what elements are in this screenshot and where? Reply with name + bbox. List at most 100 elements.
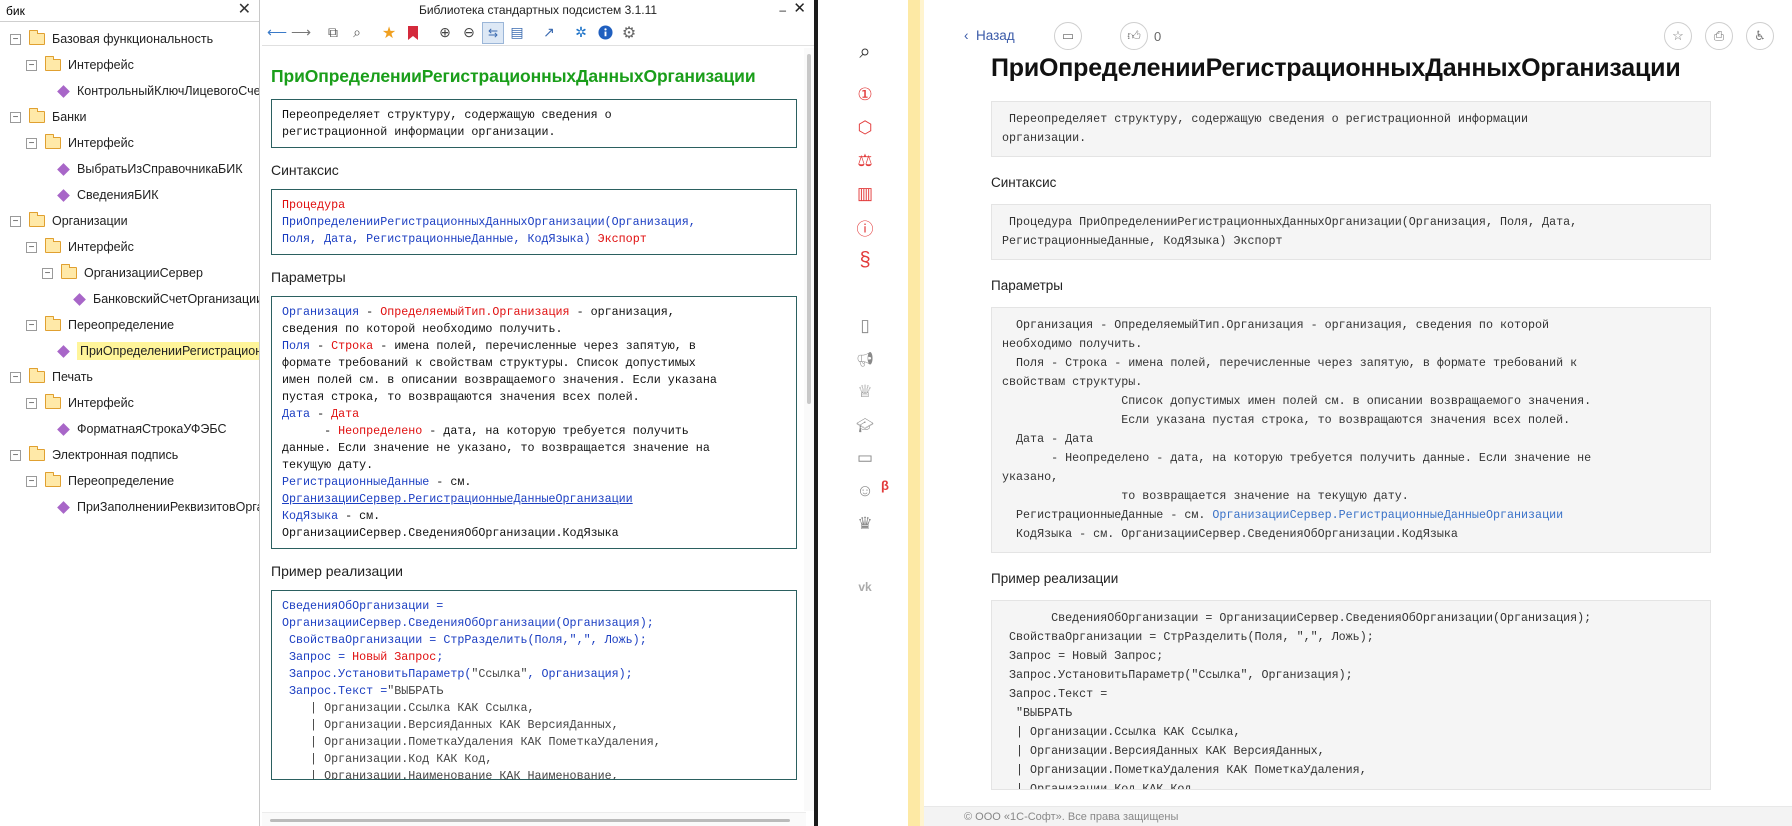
chat-icon[interactable]: ▭ [852,445,878,471]
layout-icon[interactable]: ▤ [506,22,528,44]
collapse-toggle-icon[interactable]: − [10,371,21,383]
folder-icon [28,30,45,45]
code-string: "Ссылка" [471,667,528,681]
code-line: ; [436,650,444,664]
accessibility-button[interactable]: ♿︎ [1746,22,1774,50]
procedure-signature: ПриОпределенииРегистрационныхДанныхОрган… [282,215,696,229]
copy-icon[interactable]: ⧉ [322,22,344,44]
tree-folder-node[interactable]: − Базовая функциональность [0,26,259,52]
collapse-toggle-icon[interactable]: − [26,397,37,409]
minimize-icon[interactable]: – [779,0,786,20]
param-desc: ОрганизацииСервер.СведенияОбОрганизации.… [282,526,619,540]
collapse-toggle-icon[interactable]: − [10,111,21,123]
tree-method-node[interactable]: ПриОпределенииРегистрационныхДанныхОрган… [0,338,259,364]
viewer-titlebar: Библиотека стандартных подсистем 3.1.11 … [262,0,814,20]
viewer-content: ПриОпределенииРегистрационныхДанныхОрган… [262,48,806,811]
collapse-toggle-icon[interactable]: − [10,449,21,461]
zoom-out-icon[interactable]: ⊖ [458,22,480,44]
article-heading: ПриОпределенииРегистрационныхДанныхОрган… [991,54,1681,82]
tree-folder-node[interactable]: − ОрганизацииСервер [0,260,259,286]
params-reg-link[interactable]: ОрганизацииСервер.РегистрационныеДанныеО… [1212,508,1563,522]
search-icon[interactable]: ⌕ [852,39,878,65]
param-type-link[interactable]: ОрганизацииСервер.РегистрационныеДанныеО… [282,492,633,506]
article-params-heading: Параметры [991,278,1063,293]
clear-search-icon[interactable]: ✕ [238,1,251,19]
tree-folder-node[interactable]: − Интерфейс [0,390,259,416]
info-icon[interactable]: ⓘ [852,214,878,240]
collapse-toggle-icon[interactable]: − [26,241,37,253]
tree-node-label: Банки [52,110,87,124]
method-icon [57,422,70,436]
puzzle-icon[interactable]: ⬡ [852,115,878,141]
back-arrow-icon[interactable]: ⟵ [266,22,288,44]
collapse-toggle-icon[interactable]: − [42,267,53,279]
param-desc: - см. [429,475,472,489]
1c-logo-icon[interactable]: ① [852,82,878,108]
find-in-page-icon[interactable]: ⌕ [346,22,368,44]
folder-icon [60,264,77,279]
collapse-toggle-icon[interactable]: − [26,319,37,331]
scroll-thumb[interactable] [807,54,811,404]
collapse-toggle-icon[interactable]: − [26,475,37,487]
print-button[interactable]: ⎙ [1705,22,1733,50]
info-icon[interactable] [594,22,616,44]
tree-method-node[interactable]: СведенияБИК [0,182,259,208]
article-description: Переопределяет структуру, содержащую све… [991,101,1711,157]
network-icon[interactable]: ✲ [570,22,592,44]
megaphone-icon[interactable]: 📢︎ [852,346,878,372]
document-icon[interactable]: ▯ [852,313,878,339]
open-external-icon[interactable]: ↗ [538,22,560,44]
support-agent-icon[interactable]: ☺ [852,478,878,504]
viewer-title: Библиотека стандартных подсистем 3.1.11 [418,3,658,17]
tree-method-node[interactable]: БанковскийСчетОрганизации [0,286,259,312]
folder-icon [28,368,45,383]
vk-icon[interactable]: vk [852,574,878,600]
scroll-thumb[interactable] [270,819,790,822]
favorite-star-icon[interactable]: ★ [378,22,400,44]
tree-search-input[interactable] [6,3,216,18]
comment-button[interactable]: ▭ [1054,22,1082,50]
paragraph-icon[interactable]: § [852,247,878,273]
favorite-button[interactable]: ☆ [1664,22,1692,50]
sidebar-icon-bar: ⌕ ① ⬡ ⚖ ▥ ⓘ § ▯ 📢︎ ♕ 🎓︎ ▭ ☺ ♛ vk β [822,0,910,826]
viewer-vertical-scrollbar[interactable] [804,48,814,811]
tree-folder-node[interactable]: − Банки [0,104,259,130]
tree-folder-node[interactable]: − Организации [0,208,259,234]
back-link[interactable]: ‹ Назад [964,28,1015,43]
forward-arrow-icon[interactable]: ⟶ [290,22,312,44]
crown-icon[interactable]: ♛ [852,511,878,537]
settings-gear-icon[interactable]: ⚙ [618,22,640,44]
param-desc: данные. Если значение не указано, то воз… [282,441,710,472]
tree-folder-node[interactable]: − Интерфейс [0,130,259,156]
tree-method-node[interactable]: ФорматнаяСтрокаУФЭБС [0,416,259,442]
graduation-cap-icon[interactable]: 🎓︎ [852,412,878,438]
tree-folder-node[interactable]: − Интерфейс [0,52,259,78]
collapse-toggle-icon[interactable]: − [10,215,21,227]
viewer-horizontal-scrollbar[interactable] [262,812,806,826]
tree-node-label: Печать [52,370,93,384]
tree-folder-node[interactable]: − Печать [0,364,259,390]
code-line: Запрос.УстановитьПараметр( [282,667,472,681]
tree-folder-node[interactable]: − Переопределение [0,468,259,494]
collapse-toggle-icon[interactable]: − [26,137,37,149]
tree-folder-node[interactable]: − Электронная подпись [0,442,259,468]
close-icon[interactable]: ✕ [793,0,806,19]
trophy-icon[interactable]: ♕ [852,379,878,405]
scales-icon[interactable]: ⚖ [852,148,878,174]
tree-folder-node[interactable]: − Интерфейс [0,234,259,260]
tree-method-node[interactable]: ВыбратьИзСправочникаБИК [0,156,259,182]
collapse-toggle-icon[interactable]: − [10,33,21,45]
sync-tree-icon[interactable]: ⇆ [482,21,504,44]
bookmark-icon[interactable] [402,22,424,44]
tree-method-node[interactable]: КонтрольныйКлючЛицевогоСчета [0,78,259,104]
books-icon[interactable]: ▥ [852,181,878,207]
zoom-in-icon[interactable]: ⊕ [434,22,456,44]
syntax-heading: Синтаксис [271,162,339,178]
like-button[interactable]: 👍︎ [1120,22,1148,50]
tree-method-node[interactable]: ПриЗаполненииРеквизитовОрганизации [0,494,259,520]
folder-icon [44,472,61,487]
code-line: Запрос.Текст = [282,684,388,698]
folder-icon [44,134,61,149]
collapse-toggle-icon[interactable]: − [26,59,37,71]
tree-folder-node[interactable]: − Переопределение [0,312,259,338]
